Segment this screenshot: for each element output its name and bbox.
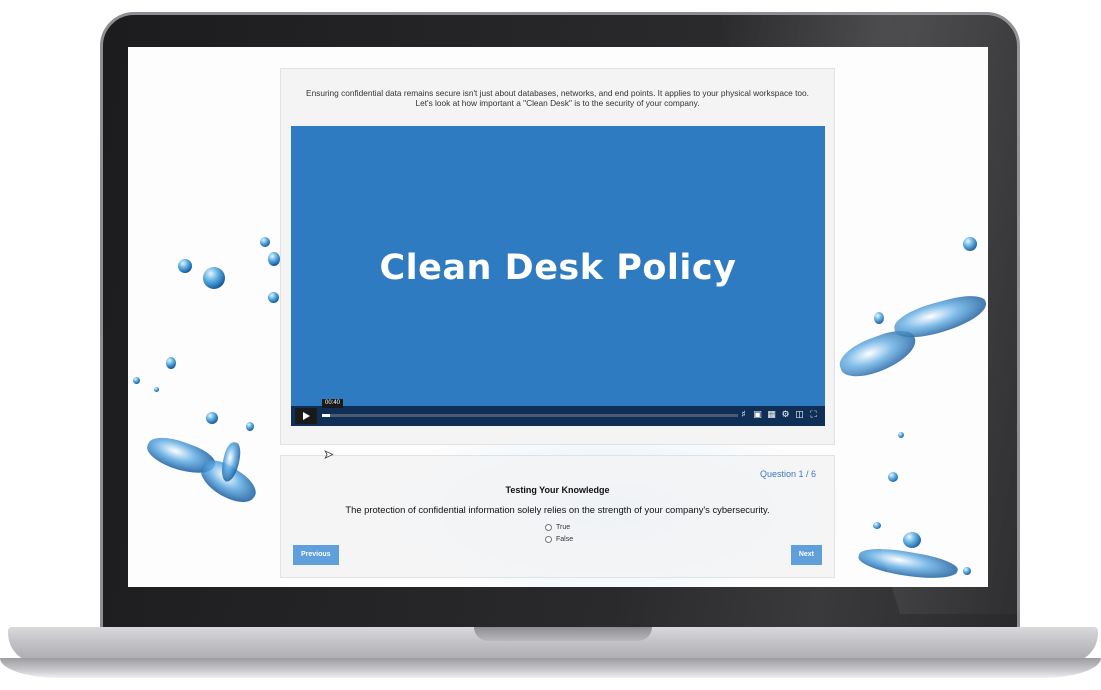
fullscreen-icon[interactable]: ⛶ xyxy=(808,409,819,422)
option-false-label: False xyxy=(556,536,574,543)
next-button[interactable]: Next xyxy=(790,545,822,565)
water-drop xyxy=(154,387,159,392)
water-drop xyxy=(206,412,218,424)
intro-line-1: Ensuring confidential data remains secur… xyxy=(306,88,809,98)
play-button[interactable] xyxy=(295,408,317,424)
water-drop xyxy=(268,252,280,266)
water-drop xyxy=(133,377,140,384)
picture-in-picture-icon[interactable]: ◫ xyxy=(794,409,805,422)
radio-false[interactable] xyxy=(545,536,552,543)
video-player[interactable]: Clean Desk Policy 00:40 ♯ ▣ ▦ ⚙ ◫ ⛶ xyxy=(291,126,825,426)
option-true[interactable]: True xyxy=(545,524,570,531)
volume-icon[interactable]: ♯ xyxy=(738,409,749,422)
current-time: 00:40 xyxy=(322,399,344,408)
laptop-notch xyxy=(474,627,652,641)
video-control-icons: ♯ ▣ ▦ ⚙ ◫ ⛶ xyxy=(738,409,819,422)
water-drop xyxy=(166,357,176,369)
question-text: The protection of confidential informati… xyxy=(345,504,770,515)
video-controls: 00:40 ♯ ▣ ▦ ⚙ ◫ ⛶ xyxy=(291,399,825,426)
video-title: Clean Desk Policy xyxy=(379,248,737,288)
video-progress-fill xyxy=(322,414,331,417)
quiz-card: Question 1 / 6 Testing Your Knowledge Th… xyxy=(280,455,835,578)
settings-icon[interactable]: ⚙ xyxy=(780,409,791,422)
water-drop xyxy=(246,422,254,431)
captions-icon[interactable]: ▣ xyxy=(752,409,763,422)
transcript-icon[interactable]: ▦ xyxy=(766,409,777,422)
video-progress-bar[interactable] xyxy=(322,414,738,417)
water-drop xyxy=(178,259,192,273)
intro-line-2: Let's look at how important a "Clean Des… xyxy=(415,98,700,108)
question-counter: Question 1 / 6 xyxy=(759,469,816,479)
option-false[interactable]: False xyxy=(545,536,573,543)
radio-true[interactable] xyxy=(545,524,552,531)
quiz-heading: Testing Your Knowledge xyxy=(505,485,610,495)
water-drop xyxy=(203,267,225,289)
option-true-label: True xyxy=(556,524,571,531)
lesson-intro: Ensuring confidential data remains secur… xyxy=(290,88,825,108)
water-drop xyxy=(260,237,270,247)
mouse-cursor-icon: ➤ xyxy=(324,448,334,462)
previous-button[interactable]: Previous xyxy=(293,545,339,565)
water-drop xyxy=(268,292,279,303)
laptop-base-lip xyxy=(0,658,1101,678)
